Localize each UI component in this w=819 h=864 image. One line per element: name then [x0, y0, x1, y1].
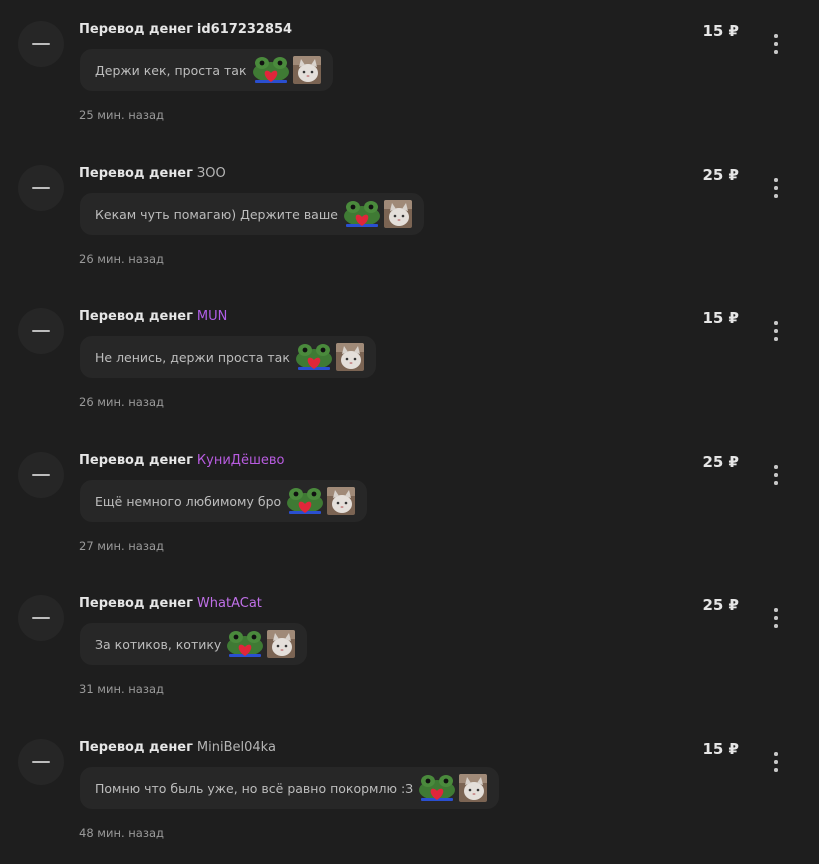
sender-name[interactable]: WhatACat: [197, 596, 262, 611]
more-options-icon[interactable]: [766, 321, 786, 345]
timestamp: 27 мин. назад: [79, 539, 164, 553]
timestamp: 25 мин. назад: [79, 108, 164, 122]
donation-title: Перевод денег MiniBel04ka: [79, 740, 276, 756]
message-bubble: За котиков, котику: [80, 623, 308, 665]
avatar: [18, 452, 64, 498]
message-text: Держи кек, проста так: [95, 62, 247, 78]
cat-emote-icon: [267, 630, 296, 658]
donation-type-label: Перевод денег: [79, 453, 193, 468]
donation-feed: Перевод денег id617232854 Держи кек, прост…: [0, 0, 819, 864]
donation-item: Перевод денег ЗОО Кекам чуть помагаю) Держ…: [0, 144, 819, 287]
more-options-icon[interactable]: [766, 465, 786, 489]
more-options-icon[interactable]: [766, 752, 786, 776]
message-text: За котиков, котику: [95, 636, 222, 652]
more-options-icon[interactable]: [766, 178, 786, 202]
sender-name[interactable]: ЗОО: [197, 166, 226, 181]
donation-item: Перевод денег id617232854 Держи кек, прост…: [0, 0, 819, 143]
sender-name[interactable]: КуниДёшево: [197, 453, 285, 468]
frog-heart-emote-icon: [251, 55, 291, 85]
message-text: Помню что быль уже, но всё равно покормл…: [95, 780, 414, 796]
frog-heart-emote-icon: [225, 629, 265, 659]
donation-item: Перевод денег WhatACat За котиков, котику 3…: [0, 574, 819, 717]
donation-title: Перевод денег КуниДёшево: [79, 453, 284, 469]
donation-type-label: Перевод денег: [79, 22, 193, 37]
avatar: [18, 308, 64, 354]
avatar: [18, 165, 64, 211]
donation-type-label: Перевод денег: [79, 166, 193, 181]
avatar: [18, 595, 64, 641]
donation-title: Перевод денег id617232854: [79, 22, 292, 38]
message-text: Кекам чуть помагаю) Держите ваше: [95, 206, 338, 222]
amount: 25 ₽: [702, 596, 739, 614]
avatar: [18, 21, 64, 67]
amount: 15 ₽: [702, 309, 739, 327]
donation-title: Перевод денег WhatACat: [79, 596, 262, 612]
amount: 25 ₽: [702, 453, 739, 471]
cat-emote-icon: [459, 774, 488, 802]
frog-heart-emote-icon: [342, 199, 382, 229]
cat-emote-icon: [292, 56, 321, 84]
message-bubble: Не ленись, держи проста так: [80, 336, 376, 378]
amount: 15 ₽: [702, 22, 739, 40]
message-bubble: Помню что быль уже, но всё равно покормл…: [80, 767, 500, 809]
amount: 15 ₽: [702, 740, 739, 758]
message-bubble: Ещё немного любимому бро: [80, 480, 368, 522]
donation-item: Перевод денег КуниДёшево Ещё немного любим…: [0, 431, 819, 574]
more-options-icon[interactable]: [766, 34, 786, 58]
donation-type-label: Перевод денег: [79, 740, 193, 755]
donation-title: Перевод денег ЗОО: [79, 166, 226, 182]
timestamp: 26 мин. назад: [79, 252, 164, 266]
message-bubble: Кекам чуть помагаю) Держите ваше: [80, 193, 424, 235]
cat-emote-icon: [383, 200, 412, 228]
avatar: [18, 739, 64, 785]
timestamp: 26 мин. назад: [79, 395, 164, 409]
cat-emote-icon: [327, 487, 356, 515]
donation-type-label: Перевод денег: [79, 596, 193, 611]
amount: 25 ₽: [702, 166, 739, 184]
sender-name[interactable]: MiniBel04ka: [197, 740, 276, 755]
frog-heart-emote-icon: [417, 773, 457, 803]
frog-heart-emote-icon: [294, 342, 334, 372]
sender-name[interactable]: id617232854: [197, 22, 292, 37]
more-options-icon[interactable]: [766, 608, 786, 632]
donation-item: Перевод денег MUN Не ленись, держи проста …: [0, 287, 819, 430]
sender-name[interactable]: MUN: [197, 309, 227, 324]
timestamp: 48 мин. назад: [79, 826, 164, 840]
donation-type-label: Перевод денег: [79, 309, 193, 324]
cat-emote-icon: [335, 343, 364, 371]
message-bubble: Держи кек, проста так: [80, 49, 333, 91]
timestamp: 31 мин. назад: [79, 682, 164, 696]
donation-item: Перевод денег MiniBel04ka Помню что быль у…: [0, 718, 819, 861]
donation-title: Перевод денег MUN: [79, 309, 227, 325]
message-text: Не ленись, держи проста так: [95, 349, 290, 365]
frog-heart-emote-icon: [285, 486, 325, 516]
message-text: Ещё немного любимому бро: [95, 493, 282, 509]
